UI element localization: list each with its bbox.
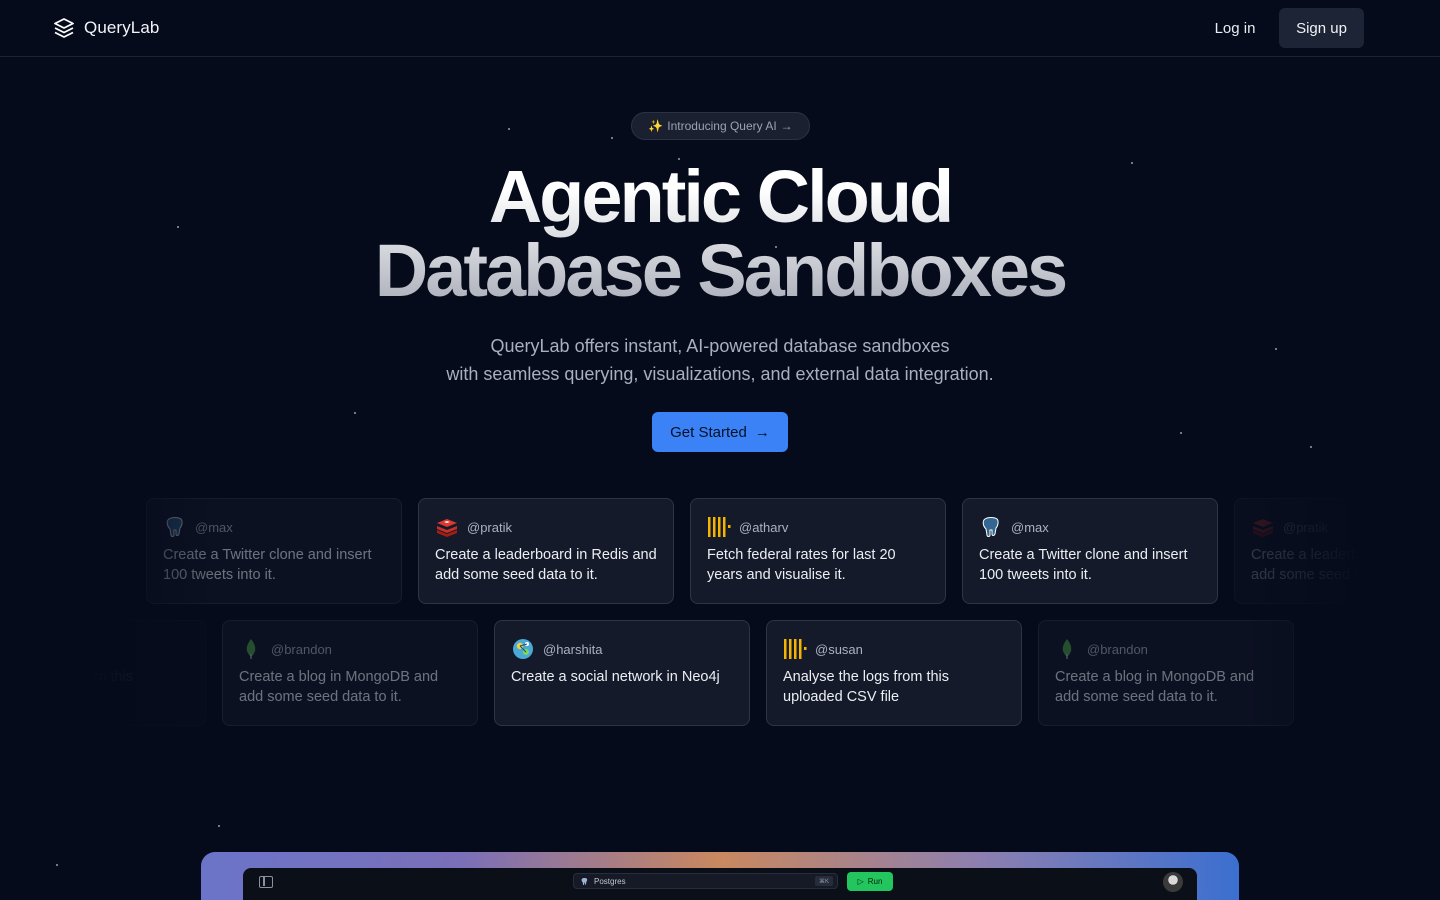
hero-headline: Agentic Cloud Database Sandboxes — [0, 160, 1440, 308]
announcement-pill[interactable]: ✨ Introducing Query AI → — [631, 112, 810, 140]
mongodb-icon — [246, 639, 256, 659]
signup-button[interactable]: Sign up — [1279, 8, 1364, 48]
announcement-label: Introducing Query AI — [667, 119, 777, 133]
database-selector[interactable]: Postgres ⌘K — [573, 873, 838, 889]
csv-icon — [784, 639, 807, 659]
sparkles-icon: ✨ — [648, 119, 664, 133]
redis-icon — [437, 519, 457, 537]
card-prompt: Create a leaderboard in Redis and add so… — [1251, 547, 1440, 583]
shortcut-badge: ⌘K — [815, 876, 833, 886]
card-username: @susan — [815, 641, 863, 657]
prompt-card[interactable]: @brandon Create a blog in MongoDB and ad… — [222, 620, 478, 726]
redis-icon — [1253, 519, 1273, 537]
app-preview-window: Postgres ⌘K ▷ Run — [243, 868, 1197, 900]
prompt-cards-marquee: @max Create a Twitter clone and insert 1… — [0, 480, 1440, 800]
play-icon: ▷ — [857, 877, 864, 886]
prompt-card[interactable]: @brandon Create a blog in MongoDB and ad… — [1038, 620, 1294, 726]
postgres-icon — [581, 877, 588, 885]
card-prompt: Create a Twitter clone and insert 100 tw… — [163, 547, 372, 583]
subtitle-line-1: QueryLab offers instant, AI-powered data… — [490, 336, 950, 356]
prompt-card[interactable]: @pratik Create a leaderboard in Redis an… — [1234, 498, 1440, 604]
prompt-card[interactable]: @susan Analyse the logs from this upload… — [0, 620, 206, 726]
prompt-card[interactable]: @susan Analyse the logs from this upload… — [766, 620, 1022, 726]
card-username: @pratik — [1283, 519, 1328, 535]
database-label: Postgres — [594, 876, 626, 886]
sidebar-toggle-icon[interactable] — [259, 876, 273, 888]
card-username: @pratik — [467, 519, 512, 535]
csv-icon — [708, 517, 731, 537]
prompt-card[interactable]: @atharv Fetch federal rates for last 20 … — [690, 498, 946, 604]
card-username: @max — [195, 519, 233, 535]
card-prompt: Create a leaderboard in Redis and add so… — [435, 547, 657, 583]
postgres-icon — [166, 517, 183, 537]
prompt-card[interactable]: @pratik Create a leaderboard in Redis an… — [418, 498, 674, 604]
card-username: @brandon — [271, 641, 332, 657]
login-link[interactable]: Log in — [1202, 8, 1268, 48]
card-prompt: Create a social network in Neo4j — [511, 669, 720, 685]
headline-line-1: Agentic Cloud — [488, 155, 952, 238]
top-navbar: QueryLab Log in Sign up — [0, 0, 1440, 57]
app-preview-frame: Postgres ⌘K ▷ Run — [201, 852, 1239, 900]
run-button[interactable]: ▷ Run — [847, 872, 893, 891]
subtitle-line-2: with seamless querying, visualizations, … — [446, 364, 994, 384]
neo4j-icon — [513, 639, 533, 659]
prompt-card[interactable]: @max Create a Twitter clone and insert 1… — [146, 498, 402, 604]
headline-line-2: Database Sandboxes — [374, 229, 1066, 312]
hero-subtitle: QueryLab offers instant, AI-powered data… — [0, 332, 1440, 388]
arrow-right-icon: → — [780, 119, 793, 133]
card-prompt: Create a Twitter clone and insert 100 tw… — [979, 547, 1188, 583]
avatar[interactable] — [1163, 872, 1183, 892]
layers-icon — [54, 18, 74, 38]
card-prompt: Create a blog in MongoDB and add some se… — [239, 669, 439, 705]
run-label: Run — [867, 877, 883, 886]
card-username: @max — [1011, 519, 1049, 535]
brand-logo-link[interactable]: QueryLab — [52, 16, 159, 40]
card-prompt: Analyse the logs from this uploaded CSV … — [0, 669, 134, 705]
card-prompt: Analyse the logs from this uploaded CSV … — [783, 669, 950, 705]
postgres-icon — [982, 517, 999, 537]
card-username: @susan — [0, 641, 47, 657]
mongodb-icon — [1062, 639, 1072, 659]
card-username: @harshita — [543, 641, 603, 657]
prompt-card[interactable]: @harshita Create a social network in Neo… — [494, 620, 750, 726]
arrow-right-icon: → — [754, 423, 770, 441]
card-username: @atharv — [739, 519, 789, 535]
card-prompt: Create a blog in MongoDB and add some se… — [1055, 669, 1255, 705]
brand-name: QueryLab — [84, 18, 160, 37]
prompt-card[interactable]: @max Create a Twitter clone and insert 1… — [962, 498, 1218, 604]
card-prompt: Fetch federal rates for last 20 years an… — [707, 547, 896, 583]
get-started-label: Get Started — [670, 423, 747, 441]
card-username: @brandon — [1087, 641, 1148, 657]
get-started-button[interactable]: Get Started → — [652, 412, 788, 452]
